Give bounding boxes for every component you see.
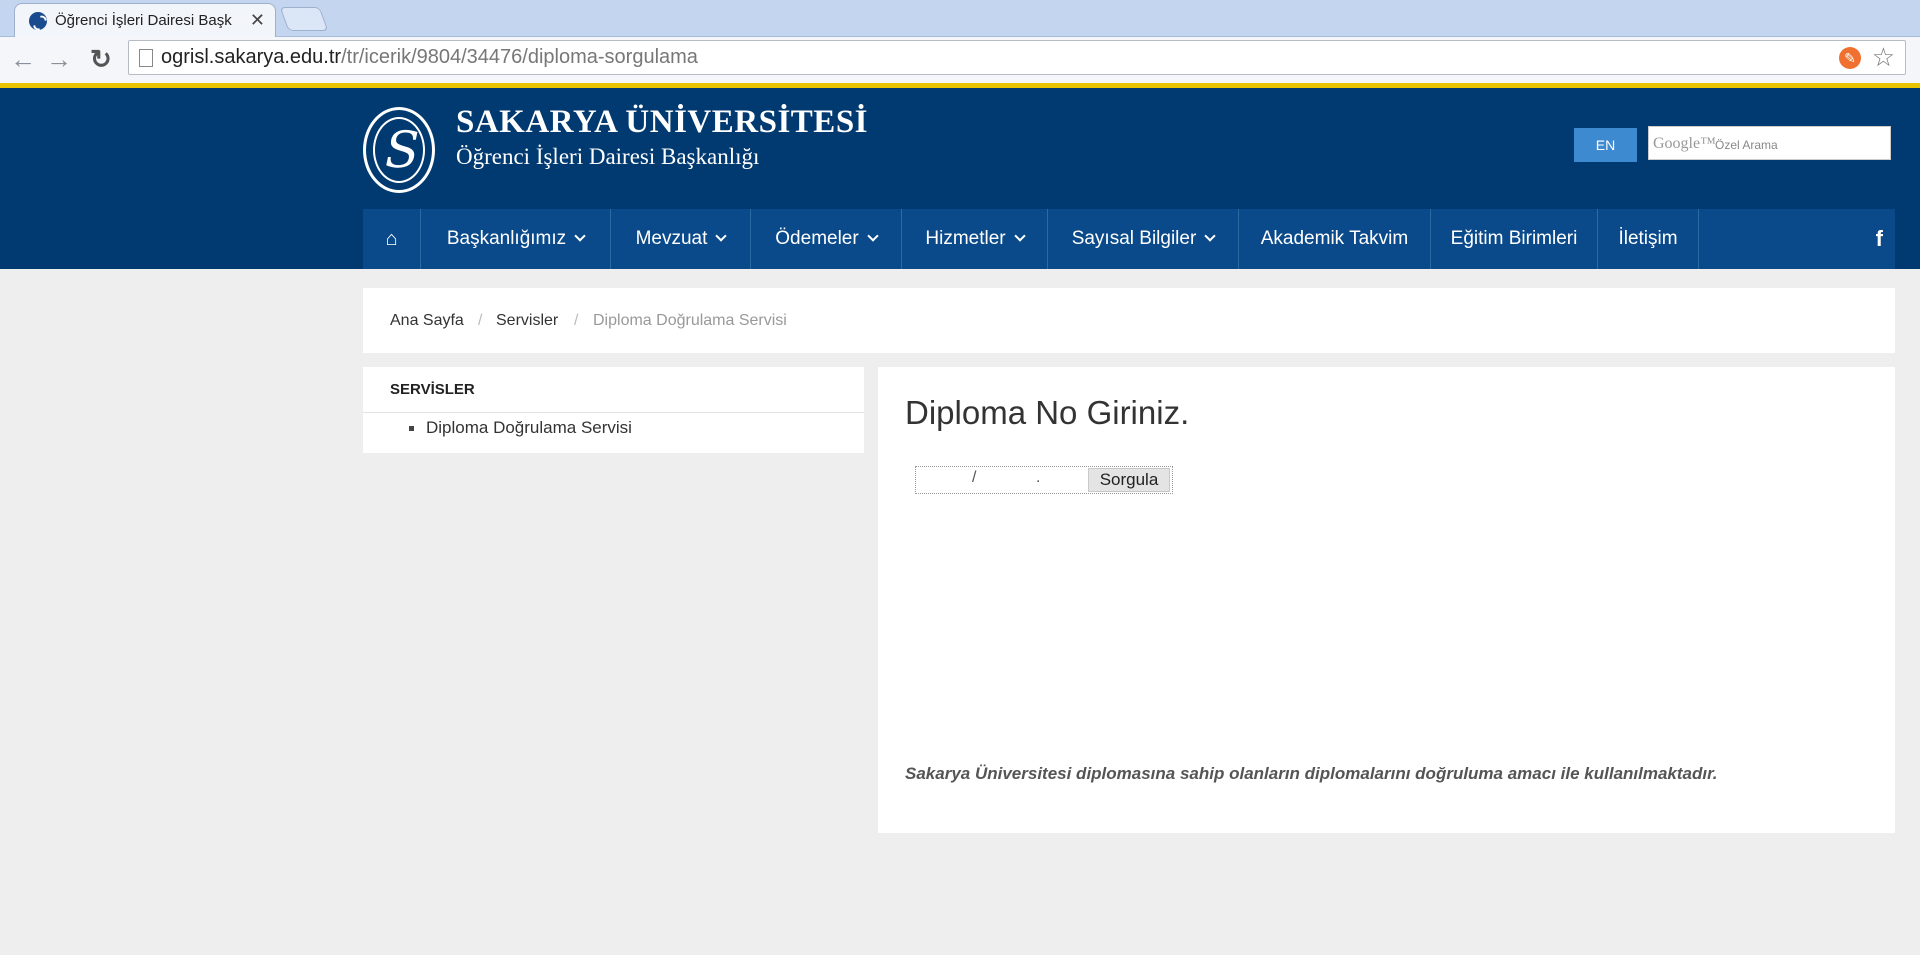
breadcrumb-servisler[interactable]: Servisler — [496, 312, 558, 330]
bookmark-star-icon[interactable]: ☆ — [1872, 42, 1895, 73]
breadcrumb-current: Diploma Doğrulama Servisi — [593, 312, 787, 329]
breadcrumb-home[interactable]: Ana Sayfa — [390, 312, 464, 330]
menu-hizmetler[interactable]: Hizmetler — [902, 209, 1048, 269]
menu-sayisal-bilgiler[interactable]: Sayısal Bilgiler — [1048, 209, 1239, 269]
reload-icon[interactable]: ↻ — [90, 46, 112, 72]
menu-odemeler[interactable]: Ödemeler — [751, 209, 902, 269]
chevron-down-icon — [715, 230, 728, 242]
facebook-icon[interactable]: f — [1876, 209, 1883, 269]
search-placeholder: Özel Arama — [1715, 138, 1778, 152]
home-icon: ⌂ — [385, 228, 398, 250]
site-favicon-icon — [29, 12, 47, 30]
page-title: Diploma No Giriniz. — [905, 394, 1190, 431]
chevron-down-icon — [867, 230, 879, 242]
site-header: S SAKARYA ÜNİVERSİTESİ Öğrenci İşleri Da… — [0, 88, 1920, 269]
breadcrumb-separator: / — [478, 312, 483, 329]
sidebar: SERVİSLER Diploma Doğrulama Servisi — [363, 367, 864, 453]
forward-arrow-icon[interactable]: → — [46, 46, 72, 72]
bullet-icon — [409, 426, 414, 431]
diploma-query-form: / . Sorgula — [915, 466, 1173, 494]
site-subtitle: Öğrenci İşleri Dairesi Başkanlığı — [456, 144, 760, 169]
menu-mevzuat[interactable]: Mevzuat — [611, 209, 751, 269]
divider — [363, 412, 864, 413]
chevron-down-icon — [574, 230, 586, 242]
new-tab-button[interactable] — [279, 7, 329, 31]
menu-home[interactable]: ⌂ — [363, 209, 421, 269]
diploma-number-field-2[interactable] — [982, 467, 1036, 493]
close-tab-icon[interactable]: ✕ — [250, 10, 265, 31]
service-description: Sakarya Üniversitesi diplomasına sahip o… — [905, 764, 1718, 783]
chevron-down-icon — [1013, 230, 1026, 242]
main-content: Diploma No Giriniz. / . Sorgula Sakarya … — [878, 367, 1895, 833]
google-brand: Google™ — [1653, 135, 1716, 152]
url-text: ogrisl.sakarya.edu.tr/tr/icerik/9804/344… — [161, 46, 698, 68]
browser-tab[interactable]: Öğrenci İşleri Dairesi Başk ✕ — [14, 3, 276, 37]
main-menu: ⌂ Başkanlığımız Mevzuat Ödemeler Hizmetl… — [363, 209, 1895, 269]
breadcrumb: Ana Sayfa / Servisler / Diploma Doğrulam… — [363, 288, 1895, 353]
university-logo-icon[interactable]: S — [363, 107, 435, 193]
menu-baskanligimiz[interactable]: Başkanlığımız — [421, 209, 611, 269]
tab-title: Öğrenci İşleri Dairesi Başk — [55, 12, 232, 29]
sidebar-item-diploma-dogrulama[interactable]: Diploma Doğrulama Servisi — [426, 418, 632, 438]
language-en-button[interactable]: EN — [1574, 128, 1637, 162]
menu-akademik-takvim[interactable]: Akademik Takvim — [1239, 209, 1431, 269]
site-title[interactable]: SAKARYA ÜNİVERSİTESİ — [456, 104, 868, 141]
breadcrumb-separator: / — [574, 312, 579, 329]
menu-iletisim[interactable]: İletişim — [1598, 209, 1699, 269]
diploma-number-field-1[interactable] — [917, 467, 971, 493]
chevron-down-icon — [1204, 230, 1216, 242]
field-separator: / — [972, 469, 977, 486]
back-arrow-icon[interactable]: ← — [10, 46, 36, 72]
query-button[interactable]: Sorgula — [1088, 468, 1170, 492]
diploma-number-field-3[interactable] — [1044, 467, 1086, 493]
field-separator: . — [1036, 469, 1041, 486]
page-icon — [139, 49, 153, 67]
address-bar[interactable]: ogrisl.sakarya.edu.tr/tr/icerik/9804/344… — [128, 40, 1906, 75]
menu-egitim-birimleri[interactable]: Eğitim Birimleri — [1431, 209, 1598, 269]
extension-icon[interactable]: ✎ — [1839, 47, 1861, 69]
custom-search-input[interactable]: Google™ Özel Arama — [1648, 126, 1891, 160]
browser-tab-bar: Öğrenci İşleri Dairesi Başk ✕ — [0, 0, 1920, 37]
sidebar-title: SERVİSLER — [390, 381, 475, 398]
